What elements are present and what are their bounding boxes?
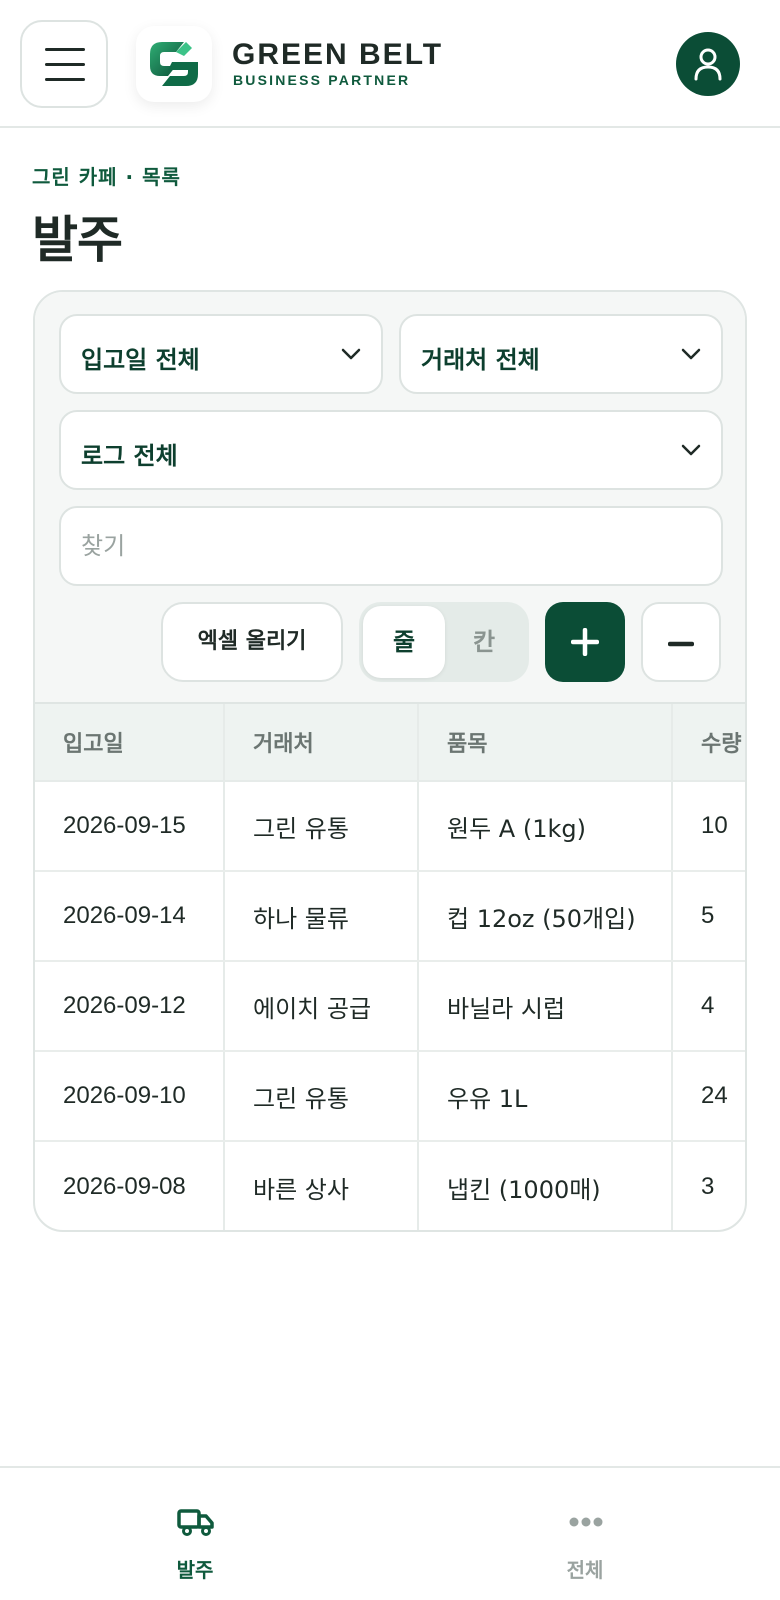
minus-icon	[668, 641, 694, 647]
cell-vendor: 그린 유통	[225, 782, 419, 870]
user-icon	[694, 48, 722, 81]
excel-upload-button[interactable]: 엑셀 올리기	[161, 602, 343, 682]
cell-item: 냅킨 (1000매)	[419, 1142, 673, 1230]
nav-item-all[interactable]: 전체	[390, 1468, 780, 1600]
cell-item: 우유 1L	[419, 1052, 673, 1140]
log-filter-label: 로그 전체	[81, 442, 178, 470]
add-button[interactable]	[545, 602, 625, 682]
order-card: 입고일 전체 거래처 전체 로그 전체 엑셀 올리기 줄 칸 입고일 거래처 품…	[33, 290, 747, 1232]
truck-icon	[177, 1509, 214, 1536]
plus-icon	[571, 628, 599, 656]
date-filter-label: 입고일 전체	[81, 346, 200, 374]
column-header[interactable]: 품목	[419, 704, 673, 780]
cell-quantity: 3	[701, 1173, 715, 1200]
brand-name: GREEN BELT	[232, 38, 444, 71]
view-toggle-column[interactable]: 칸	[443, 606, 525, 678]
chevron-down-icon	[341, 348, 361, 360]
hamburger-icon-line	[45, 78, 85, 81]
view-toggle-row[interactable]: 줄	[363, 606, 445, 678]
cell-vendor: 에이치 공급	[225, 962, 419, 1050]
view-toggle: 줄 칸	[359, 602, 529, 682]
hamburger-icon-line	[45, 63, 85, 66]
table-row[interactable]: 2026-09-15 그린 유통 원두 A (1kg) 10	[35, 782, 745, 872]
orders-table: 입고일 거래처 품목 수량 2026-09-15 그린 유통 원두 A (1kg…	[35, 702, 745, 1230]
hamburger-icon-line	[45, 48, 85, 51]
chevron-down-icon	[681, 444, 701, 456]
column-header[interactable]: 거래처	[225, 704, 419, 780]
cell-vendor: 그린 유통	[225, 1052, 419, 1140]
cell-date: 2026-09-08	[35, 1142, 225, 1230]
search-input[interactable]	[59, 506, 723, 586]
cell-vendor: 하나 물류	[225, 872, 419, 960]
column-header[interactable]: 입고일	[35, 704, 225, 780]
date-filter-select[interactable]: 입고일 전체	[59, 314, 383, 394]
cell-item: 바닐라 시럽	[419, 962, 673, 1050]
cell-quantity: 10	[701, 812, 728, 839]
vendor-filter-select[interactable]: 거래처 전체	[399, 314, 723, 394]
cell-date: 2026-09-14	[35, 872, 225, 960]
page-title: 발주	[32, 211, 123, 269]
table-row[interactable]: 2026-09-10 그린 유통 우유 1L 24	[35, 1052, 745, 1142]
table-row[interactable]: 2026-09-08 바른 상사 냅킨 (1000매) 3	[35, 1142, 745, 1230]
cell-quantity: 4	[701, 992, 715, 1019]
breadcrumb: 그린 카페 · 목록	[32, 165, 181, 189]
remove-button[interactable]	[641, 602, 721, 682]
log-filter-select[interactable]: 로그 전체	[59, 410, 723, 490]
filter-panel: 입고일 전체 거래처 전체 로그 전체 엑셀 올리기 줄 칸	[35, 292, 745, 702]
brand-logo[interactable]	[136, 26, 212, 102]
app-header: GREEN BELT BUSINESS PARTNER	[0, 0, 780, 128]
vendor-filter-label: 거래처 전체	[421, 346, 540, 374]
nav-item-order[interactable]: 발주	[0, 1468, 390, 1600]
column-header[interactable]: 수량	[673, 704, 745, 780]
table-row[interactable]: 2026-09-12 에이치 공급 바닐라 시럽 4	[35, 962, 745, 1052]
nav-item-label: 전체	[566, 1558, 604, 1582]
more-dots-icon	[569, 1517, 603, 1527]
profile-button[interactable]	[676, 32, 740, 96]
bottom-nav: 발주 전체	[0, 1466, 780, 1600]
cell-date: 2026-09-10	[35, 1052, 225, 1140]
cell-quantity: 24	[701, 1082, 728, 1109]
table-row[interactable]: 2026-09-14 하나 물류 컵 12oz (50개입) 5	[35, 872, 745, 962]
cell-date: 2026-09-15	[35, 782, 225, 870]
menu-button[interactable]	[20, 20, 108, 108]
nav-item-label: 발주	[176, 1558, 214, 1582]
brand-subtitle: BUSINESS PARTNER	[233, 72, 411, 88]
chevron-down-icon	[681, 348, 701, 360]
table-header: 입고일 거래처 품목 수량	[35, 702, 745, 782]
cell-date: 2026-09-12	[35, 962, 225, 1050]
green-g-logo-icon	[150, 42, 198, 86]
cell-item: 컵 12oz (50개입)	[419, 872, 673, 960]
cell-quantity: 5	[701, 902, 715, 929]
cell-item: 원두 A (1kg)	[419, 782, 673, 870]
cell-vendor: 바른 상사	[225, 1142, 419, 1230]
